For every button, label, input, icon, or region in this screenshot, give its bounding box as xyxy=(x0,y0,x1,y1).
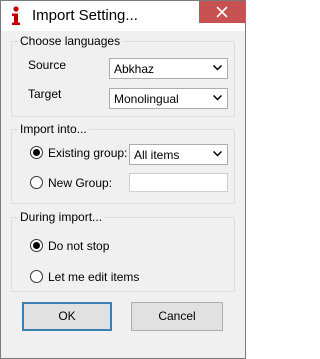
title-bar[interactable]: Import Setting... xyxy=(1,1,245,31)
let-me-edit-items-label[interactable]: Let me edit items xyxy=(48,270,139,284)
existing-group-label[interactable]: Existing group: xyxy=(48,146,127,160)
close-icon xyxy=(216,6,228,18)
target-language-dropdown[interactable]: Monolingual xyxy=(109,88,228,109)
choose-languages-legend: Choose languages xyxy=(18,34,123,48)
import-into-group: Import into... Existing group: All items… xyxy=(11,122,235,204)
during-import-legend: During import... xyxy=(18,210,105,224)
target-label: Target xyxy=(28,87,62,101)
chevron-down-icon xyxy=(213,151,222,157)
source-language-dropdown[interactable]: Abkhaz xyxy=(109,58,228,79)
chevron-down-icon xyxy=(213,65,222,71)
choose-languages-group: Choose languages Source Abkhaz Target Mo… xyxy=(11,34,235,117)
radio-selected-dot xyxy=(33,242,40,249)
close-button[interactable] xyxy=(199,1,245,23)
existing-group-value: All items xyxy=(134,148,180,162)
import-into-legend: Import into... xyxy=(18,122,89,136)
do-not-stop-label[interactable]: Do not stop xyxy=(48,239,109,253)
source-label: Source xyxy=(28,58,67,72)
during-import-group: During import... Do not stop Let me edit… xyxy=(11,210,235,292)
let-me-edit-items-radio[interactable] xyxy=(30,270,43,283)
new-group-label[interactable]: New Group: xyxy=(48,176,112,190)
ok-button[interactable]: OK xyxy=(22,302,112,331)
existing-group-dropdown[interactable]: All items xyxy=(129,144,228,165)
chevron-down-icon xyxy=(213,95,222,101)
info-icon xyxy=(12,6,20,25)
new-group-radio[interactable] xyxy=(30,176,43,189)
existing-group-radio[interactable] xyxy=(30,146,43,159)
new-group-name-field[interactable] xyxy=(129,173,228,192)
radio-selected-dot xyxy=(33,149,40,156)
import-settings-dialog: Import Setting... Choose languages Sourc… xyxy=(0,0,246,359)
source-language-value: Abkhaz xyxy=(114,62,155,76)
cancel-button[interactable]: Cancel xyxy=(131,302,223,331)
window-title: Import Setting... xyxy=(32,7,138,24)
do-not-stop-radio[interactable] xyxy=(30,239,43,252)
target-language-value: Monolingual xyxy=(114,92,179,106)
